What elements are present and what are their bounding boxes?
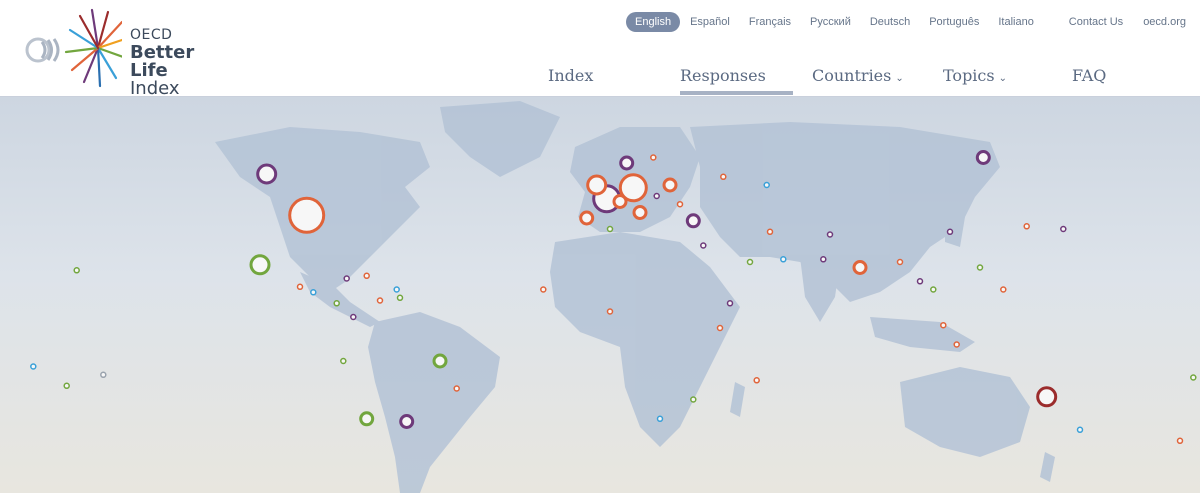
response-marker[interactable] [256,163,278,185]
response-marker[interactable] [612,194,628,209]
lang-portugues[interactable]: Português [920,12,988,32]
response-marker[interactable] [930,286,937,293]
response-marker[interactable] [852,260,868,275]
response-marker[interactable] [662,177,678,193]
response-marker[interactable] [946,228,954,236]
response-marker[interactable] [586,174,608,196]
response-marker[interactable] [606,308,614,315]
response-marker[interactable] [1000,286,1007,293]
nav-index[interactable]: Index [548,66,593,85]
response-marker[interactable] [940,321,947,329]
oecd-org-link[interactable]: oecd.org [1143,16,1186,28]
nav-topics[interactable]: Topics ⌄ [943,66,1007,85]
response-marker[interactable] [396,294,404,302]
continents [215,101,1055,493]
nav-responses[interactable]: Responses [680,66,766,85]
response-marker[interactable] [746,258,754,266]
nav-topics-label: Topics [943,66,995,85]
response-marker[interactable] [716,324,724,332]
response-marker[interactable] [650,154,657,161]
response-marker[interactable] [606,225,614,233]
response-marker[interactable] [690,396,697,403]
land-madagascar [730,382,745,417]
response-marker[interactable] [975,150,991,165]
lang-deutsch[interactable]: Deutsch [861,12,919,32]
land-indonesia [870,317,975,352]
response-marker[interactable] [310,289,317,296]
response-marker[interactable] [432,353,448,369]
response-marker[interactable] [30,363,37,370]
response-marker[interactable] [359,411,375,427]
chevron-down-icon: ⌄ [998,73,1007,84]
response-marker[interactable] [653,192,660,200]
response-marker[interactable] [376,297,384,304]
response-marker[interactable] [763,181,770,189]
land-india [800,257,840,322]
response-marker[interactable] [363,272,370,280]
lang-italiano[interactable]: Italiano [989,12,1042,32]
nav-faq[interactable]: FAQ [1072,66,1106,85]
land-south-america [368,312,500,493]
response-marker[interactable] [766,228,774,236]
land-africa [550,232,740,447]
contact-us-link[interactable]: Contact Us [1069,16,1123,28]
response-marker[interactable] [249,254,271,276]
response-marker[interactable] [826,231,834,238]
lang-francais[interactable]: Français [740,12,800,32]
response-marker[interactable] [453,385,460,392]
response-marker[interactable] [685,213,701,229]
response-marker[interactable] [1023,223,1030,230]
response-marker[interactable] [340,357,347,365]
site-header: OECD Better Life Index English Español F… [0,0,1200,98]
response-marker[interactable] [916,278,924,285]
top-links: Contact Us oecd.org [1069,16,1186,28]
response-marker[interactable] [343,275,350,282]
response-marker[interactable] [540,286,547,293]
response-marker[interactable] [579,210,595,226]
response-marker[interactable] [676,200,684,208]
land-australia [900,367,1030,457]
response-marker[interactable] [726,300,734,307]
response-marker[interactable] [288,196,326,234]
response-marker[interactable] [296,283,304,291]
response-marker[interactable] [1190,374,1197,381]
logo-line-oecd: OECD [130,27,173,43]
response-marker[interactable] [976,264,984,271]
world-map[interactable] [0,97,1200,493]
response-marker[interactable] [632,205,648,220]
chevron-down-icon: ⌄ [895,73,904,84]
lang-russian[interactable]: Русский [801,12,860,32]
lang-espanol[interactable]: Español [681,12,739,32]
response-marker[interactable] [753,377,760,384]
world-map-svg [30,101,1197,493]
response-marker[interactable] [350,313,357,321]
response-marker[interactable] [100,371,107,379]
response-marker[interactable] [700,242,707,249]
land-greenland [440,101,560,177]
response-marker[interactable] [1076,426,1084,434]
lang-english[interactable]: English [626,12,681,32]
nav-countries[interactable]: Countries ⌄ [812,66,904,85]
response-marker[interactable] [780,256,787,263]
language-switcher: English Español Français Русский Deutsch… [626,12,1044,32]
response-marker[interactable] [73,267,80,274]
response-marker[interactable] [720,173,727,181]
response-marker[interactable] [953,341,960,348]
response-marker[interactable] [393,286,400,293]
main-nav: Index Responses Countries ⌄ Topics ⌄ FAQ [0,64,1200,96]
response-marker[interactable] [1176,437,1184,445]
response-marker[interactable] [656,415,664,423]
nav-countries-label: Countries [812,66,892,85]
response-marker[interactable] [820,256,827,263]
response-marker[interactable] [896,258,904,266]
response-marker[interactable] [399,414,415,429]
nav-active-indicator [680,91,793,95]
response-marker[interactable] [619,155,635,171]
response-marker[interactable] [1060,225,1067,233]
response-marker[interactable] [1036,386,1058,408]
response-marker[interactable] [63,382,70,390]
response-marker[interactable] [333,300,340,307]
land-new-zealand [1040,452,1055,482]
